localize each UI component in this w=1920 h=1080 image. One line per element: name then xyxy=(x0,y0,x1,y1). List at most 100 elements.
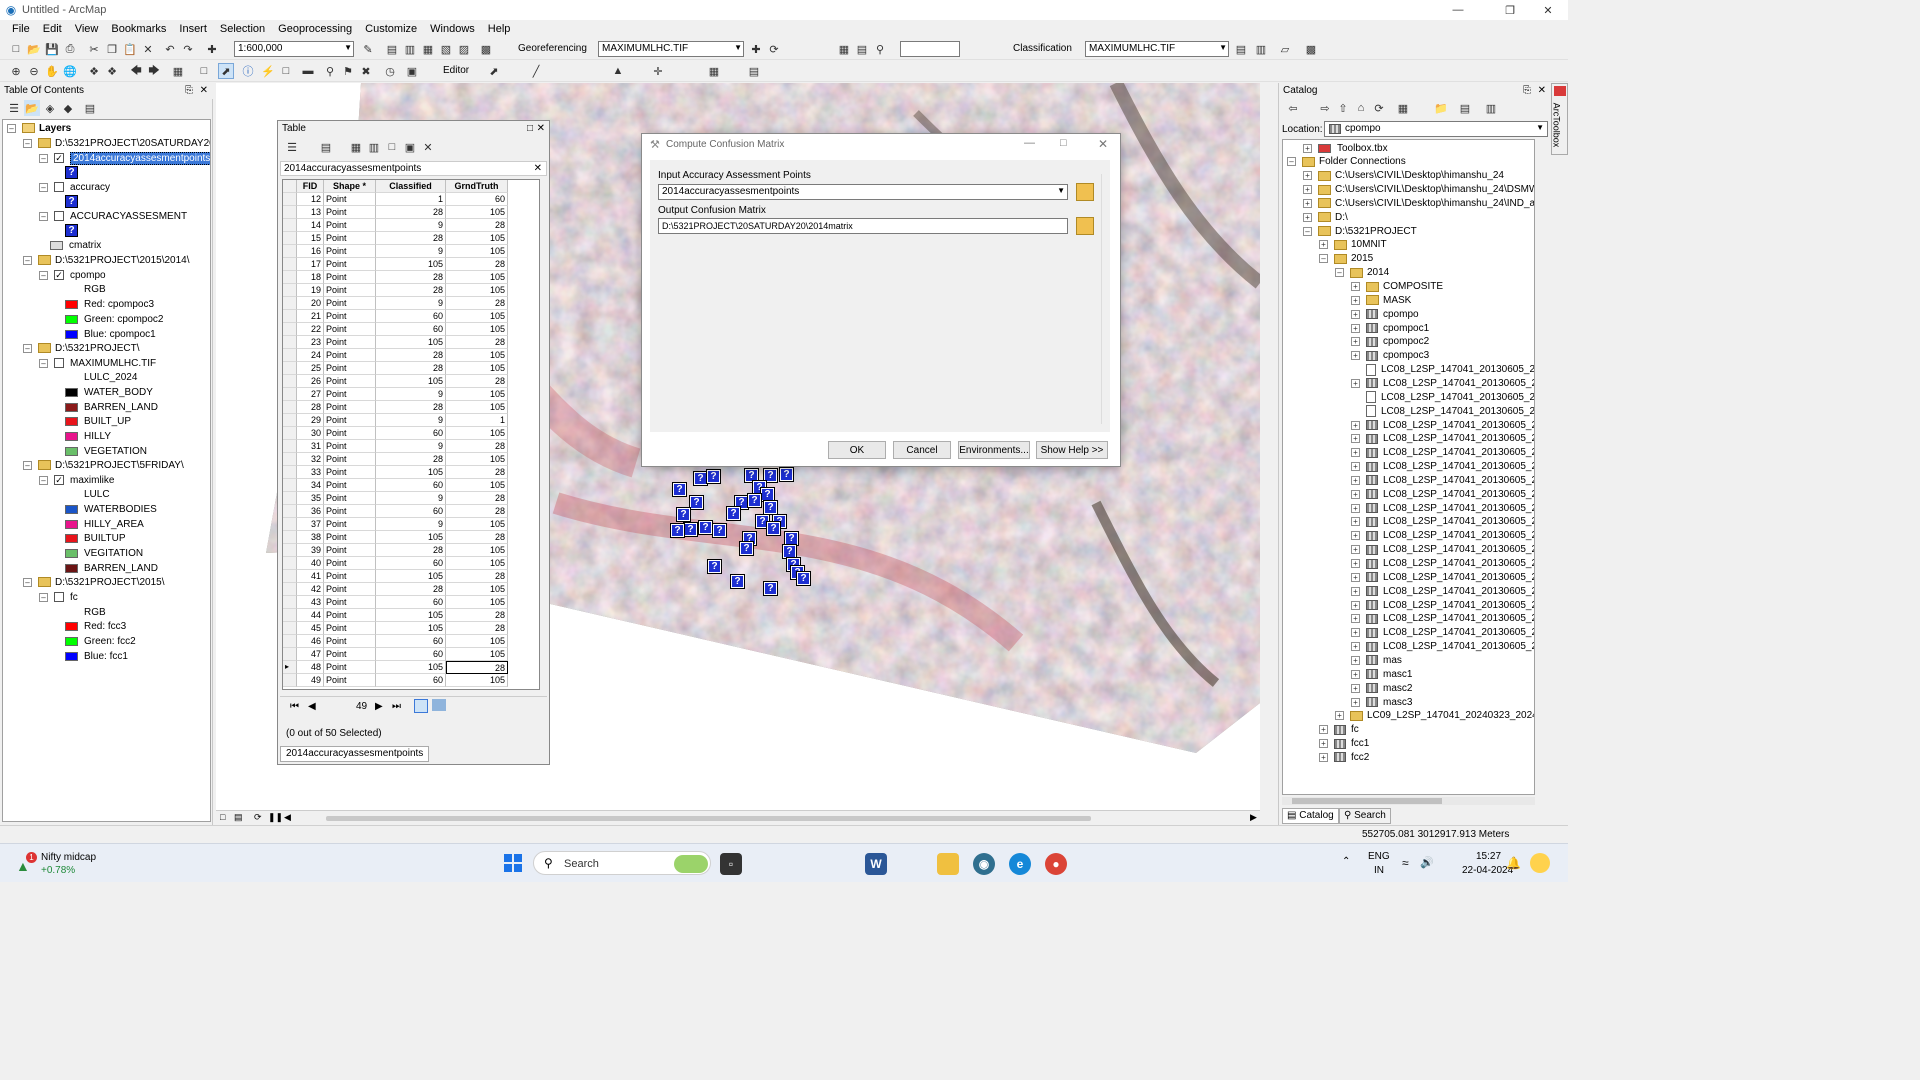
expand-icon[interactable]: + xyxy=(1351,517,1360,527)
cell-grndtruth[interactable]: 105 xyxy=(446,596,508,609)
point-marker-icon[interactable]: ? xyxy=(748,494,761,507)
catalog-item[interactable]: + LC08_L2SP_147041_20130605_20200912 xyxy=(1351,376,1534,390)
menu-geoprocessing[interactable]: Geoprocessing xyxy=(272,23,359,35)
record-number[interactable]: 49 xyxy=(356,701,367,712)
file-explorer-icon[interactable] xyxy=(937,853,959,875)
point-marker-icon[interactable]: ? xyxy=(727,507,740,520)
row-selector[interactable]: ▸ xyxy=(283,661,297,674)
browse-folder-icon[interactable] xyxy=(1076,183,1094,201)
cell-fid[interactable]: 49 xyxy=(297,674,324,687)
cell-fid[interactable]: 26 xyxy=(297,375,324,388)
map-scale-combo[interactable]: 1:600,000 ▼ xyxy=(234,41,354,57)
cell-shape[interactable]: Point xyxy=(324,258,376,271)
add-control-points-icon[interactable]: ✚ xyxy=(748,41,764,57)
cell-fid[interactable]: 35 xyxy=(297,492,324,505)
table-row[interactable]: 47 Point 60 105 xyxy=(283,648,539,661)
point-marker-icon[interactable]: ? xyxy=(761,488,774,501)
catalog-options-icon[interactable]: ▥ xyxy=(1483,100,1499,116)
row-selector[interactable] xyxy=(283,206,297,219)
language-primary[interactable]: ENG xyxy=(1368,851,1390,862)
georef-text-field[interactable] xyxy=(900,41,960,57)
toc-folder[interactable]: – D:\5321PROJECT\20SATURDAY20 xyxy=(23,136,210,150)
layer-visibility-checkbox[interactable] xyxy=(54,592,64,602)
list-by-source-icon[interactable]: 📂 xyxy=(24,100,40,116)
expand-icon[interactable]: + xyxy=(1351,683,1360,693)
expand-icon[interactable]: + xyxy=(1303,198,1312,208)
cell-shape[interactable]: Point xyxy=(324,466,376,479)
row-selector[interactable] xyxy=(283,466,297,479)
output-matrix-field[interactable]: D:\5321PROJECT\20SATURDAY20\2014matrix xyxy=(658,218,1068,234)
show-all-records-icon[interactable] xyxy=(414,699,428,713)
cell-classified[interactable]: 1 xyxy=(376,193,446,206)
table-row[interactable]: 26 Point 105 28 xyxy=(283,375,539,388)
row-selector[interactable] xyxy=(283,349,297,362)
map-h-scrollbar[interactable] xyxy=(326,816,1091,821)
menu-insert[interactable]: Insert xyxy=(173,23,214,35)
cell-shape[interactable]: Point xyxy=(324,375,376,388)
widget-title[interactable]: Nifty midcap xyxy=(41,852,96,863)
location-combo[interactable]: cpompo ▼ xyxy=(1324,121,1548,137)
cell-grndtruth[interactable]: 105 xyxy=(446,635,508,648)
catalog-item[interactable]: – 2014 xyxy=(1335,266,1389,280)
cell-grndtruth[interactable]: 105 xyxy=(446,323,508,336)
cell-classified[interactable]: 9 xyxy=(376,297,446,310)
row-selector[interactable] xyxy=(283,544,297,557)
catalog-item[interactable]: + cpompoc2 xyxy=(1351,335,1429,349)
table-row[interactable]: 43 Point 60 105 xyxy=(283,596,539,609)
table-row[interactable]: 33 Point 105 28 xyxy=(283,466,539,479)
table-close-icon[interactable]: ✕ xyxy=(537,123,545,134)
table-row[interactable]: 24 Point 28 105 xyxy=(283,349,539,362)
toc-layer-fc[interactable]: – fc xyxy=(39,590,78,604)
bottom-layer-tab[interactable]: 2014accuracyassesmentpoints xyxy=(280,746,430,762)
split-icon[interactable]: ✛ xyxy=(650,63,666,79)
expand-icon[interactable]: + xyxy=(1351,378,1360,388)
clear-table-selection-icon[interactable]: □ xyxy=(384,139,400,155)
cell-shape[interactable]: Point xyxy=(324,232,376,245)
expand-icon[interactable]: + xyxy=(1335,711,1344,721)
cell-shape[interactable]: Point xyxy=(324,388,376,401)
collapse-icon[interactable]: – xyxy=(1287,157,1296,167)
pin-icon[interactable]: ⎘ xyxy=(185,85,193,96)
expand-icon[interactable]: + xyxy=(1351,351,1360,361)
cell-shape[interactable]: Point xyxy=(324,570,376,583)
catalog-item[interactable]: + masc1 xyxy=(1351,667,1412,681)
view-link-table-icon[interactable]: ▦ xyxy=(836,41,852,57)
cell-shape[interactable]: Point xyxy=(324,206,376,219)
catalog-item[interactable]: + LC08_L2SP_147041_20130605_20200912 xyxy=(1351,640,1534,654)
catalog-item[interactable]: + fcc1 xyxy=(1319,737,1369,751)
home-icon[interactable]: ⌂ xyxy=(1353,100,1369,116)
find-route-icon[interactable]: ⚑ xyxy=(340,63,356,79)
menu-bookmarks[interactable]: Bookmarks xyxy=(105,23,173,35)
row-selector[interactable] xyxy=(283,414,297,427)
cell-grndtruth[interactable]: 105 xyxy=(446,674,508,687)
cell-shape[interactable]: Point xyxy=(324,427,376,440)
zoom-out-icon[interactable]: ⊖ xyxy=(26,63,42,79)
catalog-item[interactable]: + LC09_L2SP_147041_20240323_20240324_02 xyxy=(1335,709,1534,723)
cell-fid[interactable]: 28 xyxy=(297,401,324,414)
cell-classified[interactable]: 28 xyxy=(376,544,446,557)
cell-shape[interactable]: Point xyxy=(324,596,376,609)
cell-grndtruth[interactable]: 105 xyxy=(446,453,508,466)
catalog-close-icon[interactable]: ✕ xyxy=(1538,85,1546,96)
cell-fid[interactable]: 18 xyxy=(297,271,324,284)
row-selector[interactable] xyxy=(283,284,297,297)
cell-classified[interactable]: 28 xyxy=(376,453,446,466)
collapse-icon[interactable]: – xyxy=(23,255,32,265)
row-selector[interactable] xyxy=(283,622,297,635)
collapse-icon[interactable]: – xyxy=(1303,226,1312,236)
table-row[interactable]: 36 Point 60 28 xyxy=(283,505,539,518)
cell-classified[interactable]: 60 xyxy=(376,596,446,609)
catalog-item[interactable]: + MASK xyxy=(1351,293,1411,307)
catalog-item[interactable]: + LC08_L2SP_147041_20130605_20200912 xyxy=(1351,570,1534,584)
layout-view-icon[interactable]: ▤ xyxy=(234,812,243,823)
menu-windows[interactable]: Windows xyxy=(424,23,482,35)
row-selector[interactable] xyxy=(283,583,297,596)
task-view-icon[interactable]: ▫ xyxy=(720,853,742,875)
environments-button[interactable]: Environments... xyxy=(958,441,1030,459)
cell-classified[interactable]: 28 xyxy=(376,401,446,414)
table-row[interactable]: 20 Point 9 28 xyxy=(283,297,539,310)
measure-icon[interactable]: ▬ xyxy=(300,63,316,79)
collapse-icon[interactable]: – xyxy=(39,592,48,602)
cell-shape[interactable]: Point xyxy=(324,479,376,492)
scroll-thumb[interactable] xyxy=(1292,798,1442,804)
